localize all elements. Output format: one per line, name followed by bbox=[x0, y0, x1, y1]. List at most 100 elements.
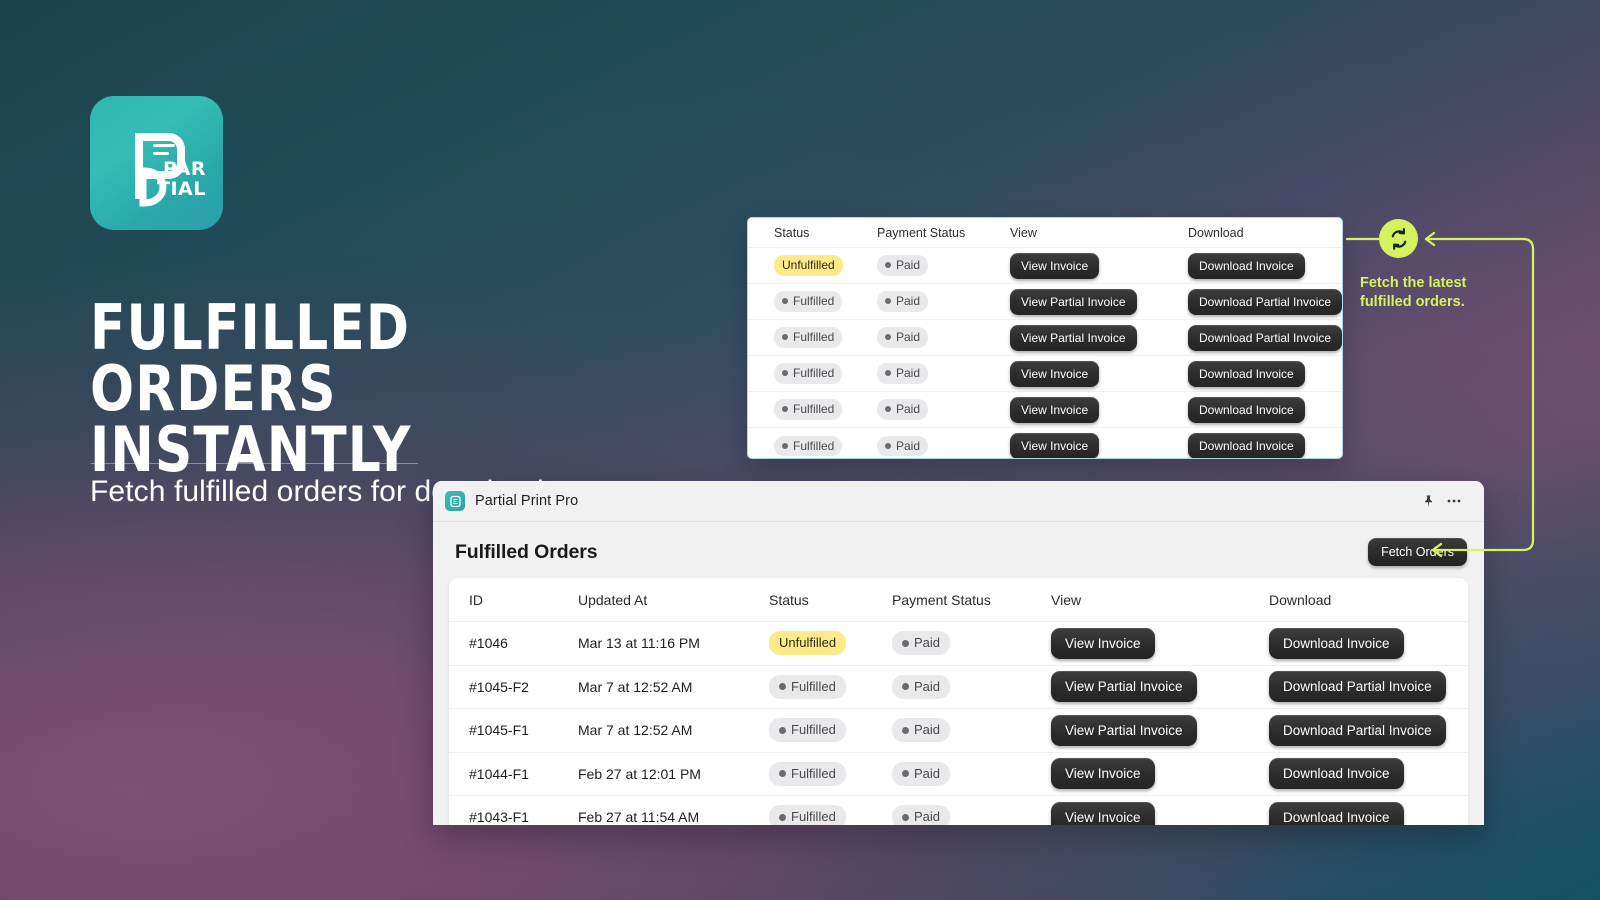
cell-status: Unfulfilled bbox=[774, 255, 877, 276]
table-row: #1044-F1 Feb 27 at 12:01 PM Fulfilled Paid V… bbox=[449, 753, 1468, 796]
view-invoice-button[interactable]: View Invoice bbox=[1051, 801, 1155, 825]
download-invoice-button[interactable]: Download Invoice bbox=[1269, 627, 1404, 659]
cell-id: #1045-F1 bbox=[469, 722, 529, 739]
cell-payment-status: Paid bbox=[877, 399, 1010, 420]
download-invoice-button[interactable]: Download Partial Invoice bbox=[1188, 324, 1342, 351]
status-dot-icon bbox=[885, 334, 891, 341]
cell-payment-status: Paid bbox=[877, 363, 1010, 384]
callout-text: Fetch the latest fulfilled orders. bbox=[1360, 274, 1550, 312]
view-invoice-button[interactable]: View Invoice bbox=[1010, 433, 1100, 458]
cell-status: Fulfilled bbox=[769, 718, 892, 743]
promo-title-line1: Fulfilled Orders bbox=[90, 291, 411, 425]
status-badge-label: Paid bbox=[914, 678, 941, 694]
col-payment-status: Payment Status bbox=[892, 591, 991, 608]
table-row: Fulfilled Paid View Invoice Download Invoic… bbox=[748, 392, 1342, 428]
svg-text:TIAL: TIAL bbox=[157, 178, 206, 200]
cell-payment-status: Paid bbox=[892, 631, 1051, 656]
status-dot-icon bbox=[885, 370, 891, 377]
cell-payment-status: Paid bbox=[892, 761, 1051, 786]
status-badge-label: Fulfilled bbox=[793, 366, 835, 381]
table-row: Fulfilled Paid View Partial Invoice Downloa… bbox=[748, 320, 1342, 356]
status-badge-label: Paid bbox=[896, 366, 921, 381]
cell-download: Download Partial Invoice bbox=[1269, 671, 1468, 703]
status-dot-icon bbox=[885, 442, 891, 449]
cell-id: #1045-F2 bbox=[469, 678, 529, 695]
status-badge: Paid bbox=[892, 674, 951, 699]
cell-payment-status: Paid bbox=[877, 255, 1010, 276]
cell-updated-at: Feb 27 at 12:01 PM bbox=[578, 765, 701, 782]
cell-status: Fulfilled bbox=[774, 327, 877, 348]
view-invoice-button[interactable]: View Invoice bbox=[1010, 360, 1100, 387]
col-view: View bbox=[1051, 591, 1082, 608]
status-badge: Fulfilled bbox=[769, 761, 846, 786]
view-invoice-button[interactable]: View Invoice bbox=[1051, 758, 1155, 790]
status-badge-label: Fulfilled bbox=[791, 722, 836, 738]
cell-status: Unfulfilled bbox=[769, 631, 892, 656]
download-invoice-button[interactable]: Download Partial Invoice bbox=[1188, 288, 1342, 315]
cell-download: Download Invoice bbox=[1188, 252, 1342, 279]
status-badge-label: Paid bbox=[914, 635, 941, 651]
view-invoice-button[interactable]: View Partial Invoice bbox=[1010, 288, 1137, 315]
status-badge: Fulfilled bbox=[774, 363, 843, 384]
col-updated-at: Updated At bbox=[578, 591, 648, 608]
cell-view: View Invoice bbox=[1010, 252, 1188, 279]
cell-view: View Invoice bbox=[1051, 758, 1269, 790]
status-badge: Paid bbox=[877, 291, 929, 312]
partial-print-pro-icon bbox=[445, 491, 465, 511]
view-invoice-button[interactable]: View Partial Invoice bbox=[1051, 671, 1197, 703]
download-invoice-button[interactable]: Download Invoice bbox=[1188, 433, 1305, 458]
download-invoice-button[interactable]: Download Invoice bbox=[1269, 801, 1404, 825]
table-row: #1046 Mar 13 at 11:16 PM Unfulfilled Paid Vi… bbox=[449, 622, 1468, 666]
status-badge: Paid bbox=[877, 435, 929, 457]
view-invoice-button[interactable]: View Invoice bbox=[1051, 627, 1155, 659]
cell-status: Fulfilled bbox=[769, 761, 892, 786]
status-badge-label: Paid bbox=[896, 258, 921, 273]
status-badge-label: Paid bbox=[914, 765, 941, 781]
status-badge: Fulfilled bbox=[769, 805, 846, 825]
view-invoice-button[interactable]: View Partial Invoice bbox=[1051, 714, 1197, 746]
col-status: Status bbox=[769, 591, 809, 608]
status-badge: Paid bbox=[877, 399, 929, 420]
status-badge: Fulfilled bbox=[774, 435, 843, 457]
table-row: #1045-F2 Mar 7 at 12:52 AM Fulfilled Paid Vi… bbox=[449, 666, 1468, 709]
cell-status: Fulfilled bbox=[774, 399, 877, 420]
status-badge: Unfulfilled bbox=[774, 255, 843, 276]
download-invoice-button[interactable]: Download Invoice bbox=[1188, 396, 1305, 423]
view-invoice-button[interactable]: View Invoice bbox=[1010, 396, 1100, 423]
download-invoice-button[interactable]: Download Invoice bbox=[1269, 758, 1404, 790]
cell-download: Download Invoice bbox=[1269, 758, 1468, 790]
cell-updated-at: Feb 27 at 11:54 AM bbox=[578, 809, 700, 825]
status-dot-icon bbox=[902, 770, 909, 778]
cell-payment-status: Paid bbox=[877, 291, 1010, 312]
status-dot-icon bbox=[782, 370, 788, 377]
preview-col-download: Download bbox=[1188, 225, 1244, 240]
view-invoice-button[interactable]: View Partial Invoice bbox=[1010, 324, 1137, 351]
status-dot-icon bbox=[782, 298, 788, 305]
preview-col-payment-status: Payment Status bbox=[877, 225, 966, 240]
cell-view: View Invoice bbox=[1010, 396, 1188, 423]
orders-preview-card: Status Payment Status View Download Unfu… bbox=[747, 217, 1343, 459]
download-invoice-button[interactable]: Download Partial Invoice bbox=[1269, 714, 1446, 746]
status-badge-label: Unfulfilled bbox=[779, 635, 837, 651]
status-badge: Paid bbox=[877, 327, 929, 348]
cell-id: #1044-F1 bbox=[469, 765, 529, 782]
download-invoice-button[interactable]: Download Partial Invoice bbox=[1269, 671, 1446, 703]
download-invoice-button[interactable]: Download Invoice bbox=[1188, 360, 1305, 387]
download-invoice-button[interactable]: Download Invoice bbox=[1188, 252, 1305, 279]
cell-view: View Invoice bbox=[1010, 360, 1188, 387]
status-badge-label: Fulfilled bbox=[793, 402, 835, 417]
view-invoice-button[interactable]: View Invoice bbox=[1010, 252, 1100, 279]
callout-text-line1: Fetch the latest bbox=[1360, 275, 1467, 291]
table-row: Fulfilled Paid View Partial Invoice Downloa… bbox=[748, 284, 1342, 320]
status-badge: Paid bbox=[892, 761, 951, 786]
status-badge-label: Fulfilled bbox=[791, 765, 836, 781]
cell-download: Download Partial Invoice bbox=[1188, 324, 1342, 351]
cell-id: #1046 bbox=[469, 635, 508, 652]
status-badge: Paid bbox=[892, 805, 951, 825]
cell-download: Download Invoice bbox=[1188, 396, 1342, 423]
orders-table-body: #1046 Mar 13 at 11:16 PM Unfulfilled Paid Vi… bbox=[449, 622, 1468, 825]
status-badge: Paid bbox=[892, 718, 951, 743]
status-badge-label: Fulfilled bbox=[793, 330, 835, 345]
cell-download: Download Invoice bbox=[1188, 433, 1342, 458]
status-dot-icon bbox=[779, 770, 786, 778]
